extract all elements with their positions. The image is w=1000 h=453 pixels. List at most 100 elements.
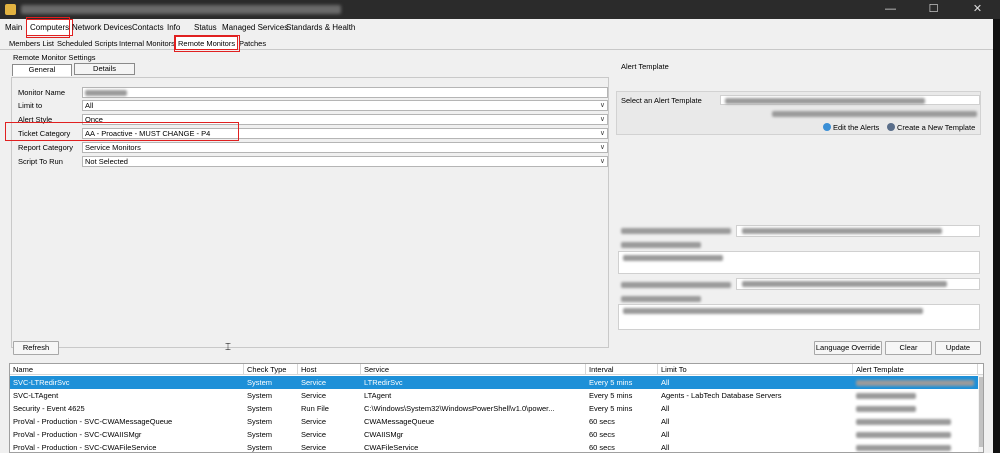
- cell-limit-to: All: [661, 417, 670, 426]
- tab-scheduled-scripts[interactable]: Scheduled Scripts: [57, 39, 117, 48]
- maximize-button[interactable]: ☐: [911, 0, 956, 19]
- redacted-subject-failure-label: [621, 282, 731, 288]
- cell-check-type: System: [247, 391, 273, 400]
- cell-alert-template: [853, 442, 978, 452]
- clear-button[interactable]: Clear: [885, 341, 932, 355]
- alert-template-panel: Select an Alert Template Edit the Alerts…: [616, 91, 981, 135]
- language-override-button[interactable]: Language Override: [814, 341, 882, 355]
- refresh-button[interactable]: Refresh: [13, 341, 59, 355]
- alert-template-title: Alert Template: [621, 62, 669, 71]
- cell-limit-to: All: [661, 430, 670, 439]
- chevron-down-icon: ∨: [599, 158, 605, 165]
- column-header-host[interactable]: Host: [298, 364, 361, 375]
- tab-general[interactable]: General: [12, 64, 72, 76]
- monitor-name-label: Monitor Name: [18, 88, 66, 97]
- column-header-name[interactable]: Name: [10, 364, 244, 375]
- edit-alerts-link-label: Edit the Alerts: [833, 123, 880, 132]
- column-header-check-type[interactable]: Check Type: [244, 364, 298, 375]
- table-row[interactable]: ProVal - Production - SVC-CWAFileService…: [10, 441, 983, 452]
- cell-service: C:\Windows\System32\WindowsPowerShell\v1…: [364, 404, 555, 413]
- redacted-template-info: [772, 111, 977, 117]
- chevron-down-icon: ∨: [599, 130, 605, 137]
- cell-host: Service: [301, 378, 327, 387]
- redacted-subject-success-label: [621, 228, 731, 234]
- cell-name: SVC-LTAgent: [13, 391, 59, 400]
- panel-scrollbar[interactable]: [984, 50, 993, 453]
- alert-subject-success-field[interactable]: [736, 225, 980, 237]
- column-header-limit-to[interactable]: Limit To: [658, 364, 853, 375]
- cell-limit-to: Agents - LabTech Database Servers: [661, 391, 782, 400]
- menu-network-devices[interactable]: Network Devices: [72, 23, 132, 32]
- update-button[interactable]: Update: [935, 341, 981, 355]
- app-logo-icon: [5, 4, 16, 15]
- cell-limit-to: All: [661, 404, 670, 413]
- alert-template-select[interactable]: [720, 95, 980, 105]
- minimize-button[interactable]: —: [868, 0, 913, 19]
- menu-info[interactable]: Info: [167, 23, 180, 32]
- redacted-value: [623, 308, 923, 314]
- tab-details[interactable]: Details: [74, 63, 135, 75]
- cell-alert-template: [853, 390, 978, 401]
- cell-host: Run File: [301, 404, 329, 413]
- tab-patches[interactable]: Patches: [239, 39, 266, 48]
- tab-internal-monitors[interactable]: Internal Monitors: [119, 39, 175, 48]
- cell-name: SVC-LTRedirSvc: [13, 378, 70, 387]
- table-row[interactable]: SVC-LTAgent System Service LTAgent Every 5 m…: [10, 389, 983, 402]
- redacted-alert-template: [856, 445, 951, 452]
- alert-message-failure-field[interactable]: [618, 304, 980, 330]
- script-to-run-value: Not Selected: [85, 157, 128, 166]
- cell-service: LTAgent: [364, 391, 392, 400]
- cell-check-type: System: [247, 404, 273, 413]
- table-row[interactable]: Security - Event 4625 System Run File C:\Wi…: [10, 402, 983, 415]
- cell-service: CWAIISMgr: [364, 430, 404, 439]
- remote-monitors-table: Name Check Type Host Service Interval Li…: [9, 363, 984, 453]
- cell-check-type: System: [247, 378, 273, 387]
- cell-limit-to: All: [661, 443, 670, 452]
- table-scrollbar[interactable]: [978, 375, 983, 452]
- chevron-down-icon: ∨: [599, 102, 605, 109]
- report-category-select[interactable]: Service Monitors ∨: [82, 142, 608, 153]
- table-row[interactable]: ProVal - Production - SVC-CWAIISMgr Syste…: [10, 428, 983, 441]
- cell-interval: Every 5 mins: [589, 378, 633, 387]
- cell-name: ProVal - Production - SVC-CWAMessageQueu…: [13, 417, 173, 426]
- alert-message-success-field[interactable]: [618, 251, 980, 274]
- cell-alert-template: [853, 429, 978, 440]
- alert-subject-failure-field[interactable]: [736, 278, 980, 290]
- computers-subtab-bar: Members List Scheduled Scripts Internal …: [0, 36, 993, 50]
- column-header-interval[interactable]: Interval: [586, 364, 658, 375]
- monitor-name-input[interactable]: [82, 87, 608, 98]
- column-header-service[interactable]: Service: [361, 364, 586, 375]
- cell-interval: 60 secs: [589, 417, 615, 426]
- table-row[interactable]: SVC-LTRedirSvc System Service LTRedirSvc Eve…: [10, 376, 983, 389]
- tab-members-list[interactable]: Members List: [9, 39, 54, 48]
- menu-status[interactable]: Status: [194, 23, 217, 32]
- redacted-value: [623, 255, 723, 261]
- cell-interval: Every 5 mins: [589, 391, 633, 400]
- background-window-edge: [993, 19, 1000, 453]
- cell-limit-to: All: [661, 378, 670, 387]
- cell-name: ProVal - Production - SVC-CWAFileService: [13, 443, 157, 452]
- cell-host: Service: [301, 391, 327, 400]
- menu-main[interactable]: Main: [5, 23, 22, 32]
- ticket-category-highlight: [5, 122, 239, 141]
- redacted-alert-template: [856, 419, 951, 426]
- close-button[interactable]: ✕: [955, 0, 1000, 19]
- script-to-run-select[interactable]: Not Selected ∨: [82, 156, 608, 167]
- menu-managed-services[interactable]: Managed Services: [222, 23, 288, 32]
- report-category-value: Service Monitors: [85, 143, 141, 152]
- computers-tab-highlight: [26, 17, 70, 38]
- edit-alerts-link[interactable]: Edit the Alerts: [823, 123, 879, 132]
- redacted-alert-template: [856, 432, 951, 439]
- column-header-alert-template[interactable]: Alert Template: [853, 364, 978, 375]
- cell-service: CWAFileService: [364, 443, 419, 452]
- table-scrollbar-thumb[interactable]: [979, 377, 983, 447]
- table-row[interactable]: ProVal - Production - SVC-CWAMessageQueu…: [10, 415, 983, 428]
- cell-check-type: System: [247, 417, 273, 426]
- create-template-link[interactable]: Create a New Template: [887, 123, 975, 132]
- edit-alerts-icon: [823, 123, 831, 131]
- create-template-icon: [887, 123, 895, 131]
- limit-to-select[interactable]: All ∨: [82, 100, 608, 111]
- menu-contacts[interactable]: Contacts: [132, 23, 164, 32]
- cell-interval: 60 secs: [589, 443, 615, 452]
- menu-standards-health[interactable]: Standards & Health: [286, 23, 355, 32]
